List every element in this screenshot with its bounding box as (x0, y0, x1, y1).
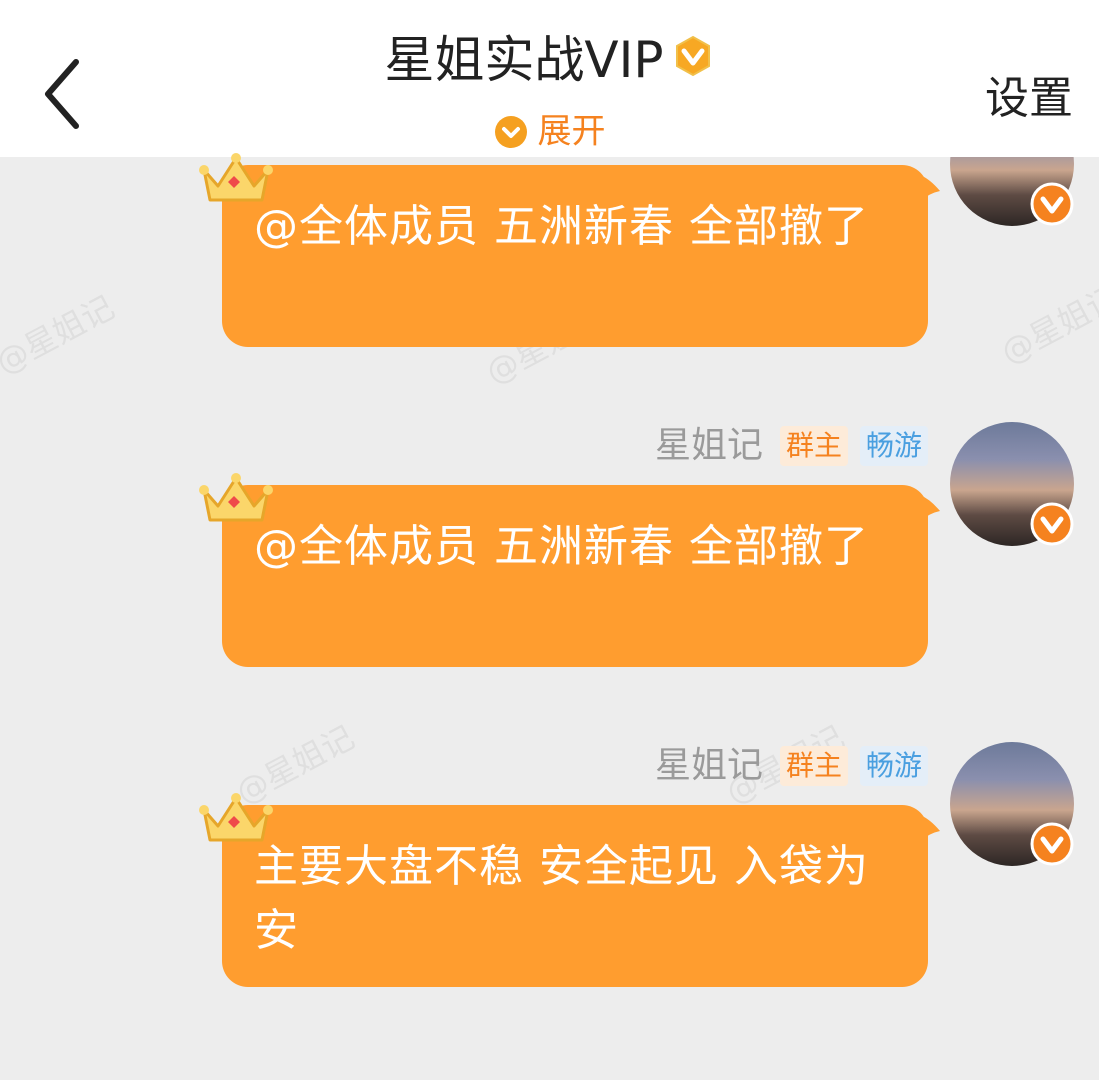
bubble-tail (920, 495, 940, 521)
chevron-down-icon (494, 115, 527, 148)
watermark: @星姐记 (0, 287, 121, 382)
message-bubble[interactable]: @全体成员 五洲新春 全部撤了 (222, 165, 928, 347)
message-text: @全体成员 五洲新春 全部撤了 (254, 521, 869, 572)
verified-badge-icon (1030, 182, 1074, 226)
sender-name: 星姐记 (654, 745, 763, 786)
crown-icon (199, 793, 273, 842)
vip-badge-icon (675, 35, 710, 77)
group-title: 星姐实战VIP (384, 31, 664, 89)
watermark: @星姐记 (994, 277, 1099, 372)
bubble-tail (920, 175, 940, 201)
message-text: 主要大盘不稳 安全起见 入袋为安 (254, 841, 869, 956)
crown-icon (199, 153, 273, 202)
chat-header: 星姐实战VIP 展开 设置 (0, 0, 1099, 157)
message-bubble[interactable]: @全体成员 五洲新春 全部撤了 (222, 485, 928, 667)
settings-button[interactable]: 设置 (985, 62, 1073, 126)
message-bubble[interactable]: 主要大盘不稳 安全起见 入袋为安 (222, 805, 928, 987)
bubble-tail (920, 815, 940, 841)
expand-button[interactable]: 展开 (0, 108, 1099, 154)
verified-badge-icon (1030, 822, 1074, 866)
message-text: @全体成员 五洲新春 全部撤了 (254, 201, 869, 252)
owner-tag: 群主 (780, 426, 849, 466)
level-tag: 畅游 (860, 746, 929, 786)
expand-label: 展开 (537, 111, 606, 152)
crown-icon (199, 473, 273, 522)
sender-name: 星姐记 (654, 425, 763, 466)
owner-tag: 群主 (780, 746, 849, 786)
level-tag: 畅游 (860, 426, 929, 466)
verified-badge-icon (1030, 502, 1074, 546)
